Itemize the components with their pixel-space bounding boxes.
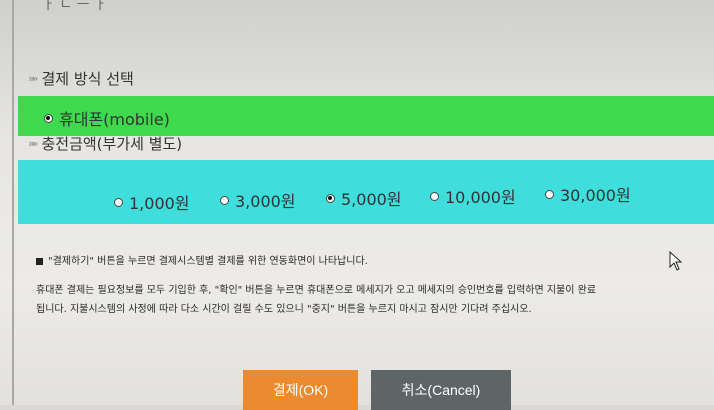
amount-section-title: 충전금액(부가세 별도) — [41, 135, 183, 153]
double-chevron-icon: »» — [28, 137, 39, 150]
radio-selected-icon[interactable] — [44, 113, 53, 123]
notice-line-2: 휴대폰 결제는 필요정보를 모두 기입한 후, "확인" 버튼을 누르면 휴대폰… — [36, 281, 596, 296]
radio-unselected-icon[interactable] — [545, 189, 554, 199]
bullet-square-icon — [36, 257, 43, 265]
ok-button[interactable]: 결제(OK) — [243, 370, 358, 410]
mouse-pointer-icon — [669, 251, 683, 271]
notice-text: 됩니다. 지불시스템의 사정에 따라 다소 시간이 걸릴 수도 있으니 "중지"… — [36, 304, 532, 315]
payment-section-header: »» 결제 방식 선택 — [28, 68, 134, 89]
radio-amount-5000[interactable]: 5,000원 — [326, 186, 402, 210]
notice-text: 휴대폰 결제는 필요정보를 모두 기입한 후, "확인" 버튼을 누르면 휴대폰… — [36, 285, 597, 296]
amount-label: 5,000원 — [341, 190, 402, 209]
notice-line-3: 됩니다. 지불시스템의 사정에 따라 다소 시간이 걸릴 수도 있으니 "중지"… — [36, 300, 532, 315]
cancel-button[interactable]: 취소(Cancel) — [371, 370, 511, 410]
radio-amount-30000[interactable]: 30,000원 — [545, 182, 631, 206]
amount-label: 3,000원 — [235, 192, 296, 211]
amount-section-header: »» 충전금액(부가세 별도) — [28, 133, 182, 154]
left-border — [12, 0, 14, 405]
radio-amount-1000[interactable]: 1,000원 — [114, 190, 190, 214]
radio-mobile-label: 휴대폰(mobile) — [59, 110, 170, 129]
payment-section-title: 결제 방식 선택 — [41, 70, 134, 88]
radio-unselected-icon[interactable] — [220, 195, 229, 205]
double-chevron-icon: »» — [28, 72, 39, 85]
radio-mobile[interactable]: 휴대폰(mobile) — [44, 106, 170, 130]
radio-selected-icon[interactable] — [326, 193, 335, 203]
radio-amount-10000[interactable]: 10,000원 — [430, 184, 516, 208]
notice-text: "결제하기" 버튼을 누르면 결제시스템별 결제를 위한 연동화면이 나타납니다… — [48, 256, 368, 267]
amount-label: 1,000원 — [129, 194, 190, 213]
amount-label: 10,000원 — [445, 188, 516, 207]
top-clipped-text: ㅏ ㄴ ㅡ ㅏ — [42, 0, 107, 13]
radio-unselected-icon[interactable] — [430, 191, 439, 201]
radio-amount-3000[interactable]: 3,000원 — [220, 188, 296, 212]
radio-unselected-icon[interactable] — [114, 197, 123, 207]
notice-line-1: "결제하기" 버튼을 누르면 결제시스템별 결제를 위한 연동화면이 나타납니다… — [36, 252, 368, 267]
amount-label: 30,000원 — [560, 186, 631, 205]
